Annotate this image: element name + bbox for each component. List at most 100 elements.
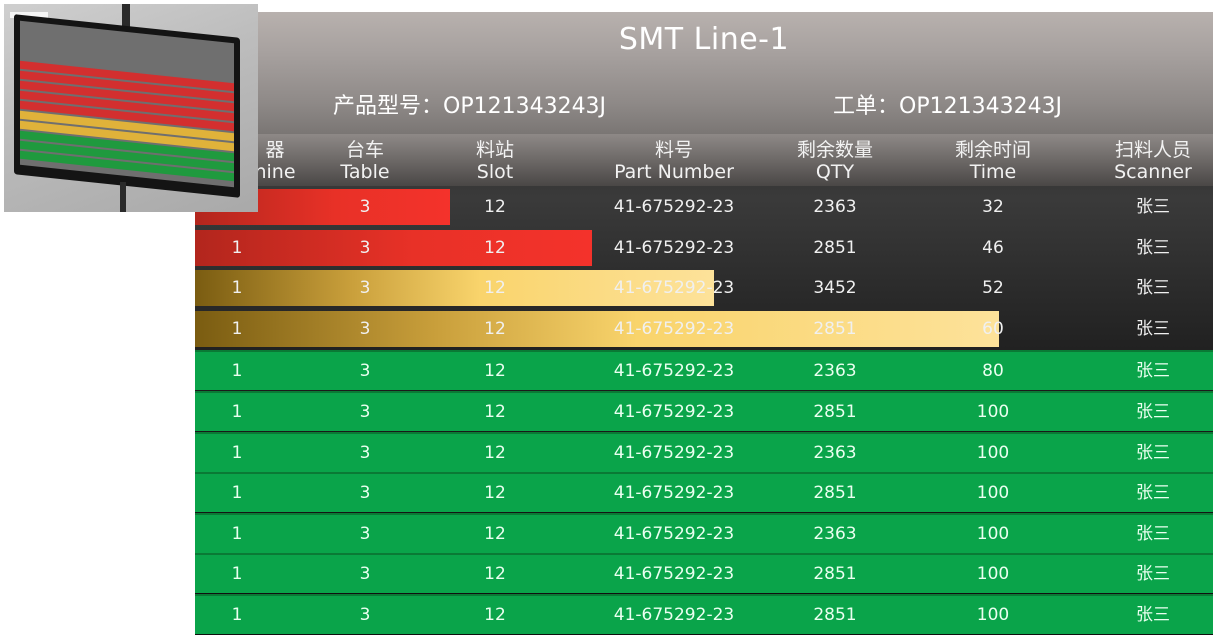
cell-machine: 1 xyxy=(231,237,243,258)
board-photo-inset xyxy=(4,4,258,212)
cell-scanner: 张三 xyxy=(1136,483,1170,504)
cell-scanner: 张三 xyxy=(1136,605,1170,625)
cell-qty: 2851 xyxy=(813,237,857,258)
cell-qty: 2363 xyxy=(813,197,857,217)
table-row: 1 3 12 41-675292-23 2851 46 张三 xyxy=(195,229,1213,267)
cell-table: 3 xyxy=(359,442,371,463)
line-title: SMT Line-1 xyxy=(618,22,790,57)
cell-table: 3 xyxy=(359,605,371,625)
cell-time: 46 xyxy=(982,237,1004,258)
cell-table: 3 xyxy=(359,318,371,339)
cell-time: 100 xyxy=(976,483,1010,504)
cell-machine: 1 xyxy=(231,442,243,463)
cell-part-number: 41-675292-23 xyxy=(613,197,735,217)
cell-slot: 12 xyxy=(484,318,506,339)
col-header-table: 台车 Table xyxy=(340,139,390,183)
cell-part-number: 41-675292-23 xyxy=(613,523,735,544)
cell-time: 100 xyxy=(976,564,1010,585)
cell-part-number: 41-675292-23 xyxy=(613,361,735,382)
cell-scanner: 张三 xyxy=(1136,361,1170,382)
cell-slot: 12 xyxy=(484,605,506,625)
cell-machine: 1 xyxy=(231,278,243,299)
col-header-time: 剩余时间 Time xyxy=(954,139,1031,183)
cell-qty: 2363 xyxy=(813,361,857,382)
cell-table: 3 xyxy=(359,278,371,299)
product-model-label: 产品型号：OP121343243J xyxy=(333,94,607,119)
cell-scanner: 张三 xyxy=(1136,523,1170,544)
cell-slot: 12 xyxy=(484,361,506,382)
table-row: 1 3 12 41-675292-23 2851 60 张三 xyxy=(195,310,1213,348)
cell-time: 100 xyxy=(976,523,1010,544)
table-row: 1 3 12 41-675292-23 2851 100 张三 xyxy=(195,594,1213,634)
cell-machine: 1 xyxy=(231,402,243,422)
cell-machine: 1 xyxy=(231,483,243,504)
table-row: 1 3 12 41-675292-23 2363 80 张三 xyxy=(195,350,1213,391)
table-row: 1 3 12 41-675292-23 3452 52 张三 xyxy=(195,269,1213,307)
board-title-bar: SMT Line-1 产品型号：OP121343243J 工单：OP121343… xyxy=(195,12,1213,134)
cell-machine: 1 xyxy=(231,361,243,382)
cell-qty: 3452 xyxy=(813,278,857,299)
cell-slot: 12 xyxy=(484,442,506,463)
cell-time: 60 xyxy=(982,318,1004,339)
cell-table: 3 xyxy=(359,564,371,585)
cell-machine: 1 xyxy=(231,318,243,339)
col-header-scanner: 扫料人员 Scanner xyxy=(1114,139,1192,183)
cell-scanner: 张三 xyxy=(1136,442,1170,463)
cell-scanner: 张三 xyxy=(1136,402,1170,422)
smt-status-board: SMT Line-1 产品型号：OP121343243J 工单：OP121343… xyxy=(195,12,1213,635)
cell-machine: 1 xyxy=(231,564,243,585)
col-header-slot: 料站 Slot xyxy=(475,139,514,183)
cell-time: 100 xyxy=(976,605,1010,625)
cell-table: 3 xyxy=(359,402,371,422)
work-order-label: 工单：OP121343243J xyxy=(833,94,1063,119)
cell-time: 32 xyxy=(982,197,1004,217)
cell-time: 100 xyxy=(976,402,1010,422)
table-row: 1 3 12 41-675292-23 2851 100 张三 xyxy=(195,553,1213,594)
cell-qty: 2363 xyxy=(813,442,857,463)
table-row: 1 3 12 41-675292-23 2851 100 张三 xyxy=(195,472,1213,513)
cell-table: 3 xyxy=(359,197,371,217)
cell-slot: 12 xyxy=(484,523,506,544)
monitor-image xyxy=(14,14,240,198)
cell-slot: 12 xyxy=(484,564,506,585)
cell-qty: 2851 xyxy=(813,564,857,585)
table-row: 1 3 12 41-675292-23 2363 100 张三 xyxy=(195,512,1213,553)
cell-time: 52 xyxy=(982,278,1004,299)
cell-table: 3 xyxy=(359,361,371,382)
cell-part-number: 41-675292-23 xyxy=(613,278,735,299)
cell-slot: 12 xyxy=(484,402,506,422)
cell-qty: 2363 xyxy=(813,523,857,544)
cell-machine: 1 xyxy=(231,523,243,544)
cell-qty: 2851 xyxy=(813,605,857,625)
col-header-part-number: 料号 Part Number xyxy=(614,139,734,183)
cell-scanner: 张三 xyxy=(1136,318,1170,339)
cell-part-number: 41-675292-23 xyxy=(613,483,735,504)
cell-machine: 1 xyxy=(231,605,243,625)
table-row: 1 3 12 41-675292-23 2851 100 张三 xyxy=(195,391,1213,431)
cell-scanner: 张三 xyxy=(1136,237,1170,258)
cell-part-number: 41-675292-23 xyxy=(613,237,735,258)
table-header: 器 hine 台车 Table 料站 Slot 料号 Part Number 剩余数量 Q… xyxy=(195,134,1213,186)
table-row: 131241-675292-23236332张三 xyxy=(195,188,1213,226)
cell-scanner: 张三 xyxy=(1136,197,1170,217)
cell-part-number: 41-675292-23 xyxy=(613,402,735,422)
cell-qty: 2851 xyxy=(813,402,857,422)
cell-scanner: 张三 xyxy=(1136,278,1170,299)
cell-qty: 2851 xyxy=(813,483,857,504)
cell-part-number: 41-675292-23 xyxy=(613,605,735,625)
col-header-qty: 剩余数量 QTY xyxy=(796,139,873,183)
cell-table: 3 xyxy=(359,483,371,504)
cell-part-number: 41-675292-23 xyxy=(613,564,735,585)
cell-slot: 12 xyxy=(484,278,506,299)
cell-slot: 12 xyxy=(484,483,506,504)
cell-slot: 12 xyxy=(484,237,506,258)
cell-scanner: 张三 xyxy=(1136,564,1170,585)
cell-qty: 2851 xyxy=(813,318,857,339)
cell-slot: 12 xyxy=(484,197,506,217)
cell-time: 80 xyxy=(982,361,1004,382)
table-row: 1 3 12 41-675292-23 2363 100 张三 xyxy=(195,431,1213,472)
cell-table: 3 xyxy=(359,237,371,258)
cell-part-number: 41-675292-23 xyxy=(613,318,735,339)
cell-time: 100 xyxy=(976,442,1010,463)
cell-part-number: 41-675292-23 xyxy=(613,442,735,463)
